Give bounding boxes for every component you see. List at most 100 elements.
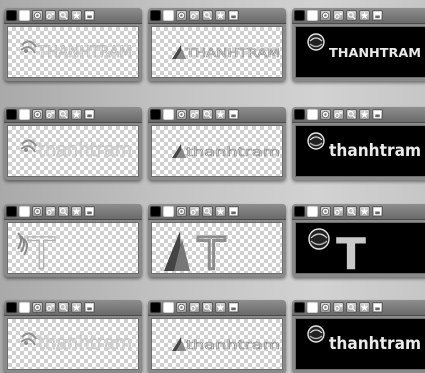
bg-white-swatch[interactable] [163,109,174,120]
bg-white-swatch[interactable] [163,10,174,21]
preview-canvas[interactable]: THANHTRAM [151,26,283,78]
preview-canvas[interactable]: T [7,222,139,274]
preview-canvas[interactable]: T [151,222,283,274]
bg-white-swatch[interactable] [163,302,174,313]
preview-canvas[interactable]: THANHTRAM [295,26,425,78]
star-icon[interactable] [359,302,370,313]
bg-black-swatch[interactable] [6,109,17,120]
bg-black-swatch[interactable] [294,206,305,217]
gear-toggle-icon[interactable] [189,302,200,313]
save-icon[interactable] [372,206,383,217]
magnify-icon[interactable] [202,302,213,313]
bg-black-swatch[interactable] [294,109,305,120]
magnify-icon[interactable] [346,10,357,21]
bg-white-swatch[interactable] [19,206,30,217]
bg-white-swatch[interactable] [307,10,318,21]
bg-white-swatch[interactable] [307,109,318,120]
color-wheel-icon[interactable] [176,10,187,21]
gear-toggle-icon[interactable] [189,10,200,21]
magnify-icon[interactable] [202,206,213,217]
star-icon[interactable] [71,206,82,217]
bg-black-swatch[interactable] [150,109,161,120]
logo-wordmark: thanhtram [186,145,280,159]
gear-toggle-icon[interactable] [189,206,200,217]
color-wheel-icon[interactable] [32,206,43,217]
star-icon[interactable] [215,109,226,120]
save-icon[interactable] [228,302,239,313]
gear-toggle-icon[interactable] [333,206,344,217]
save-icon[interactable] [84,206,95,217]
magnify-icon[interactable] [346,302,357,313]
preview-canvas[interactable]: thanhtram [295,125,425,177]
bg-black-swatch[interactable] [294,302,305,313]
preview-canvas[interactable]: thanhtram [151,125,283,177]
preview-toolbar [148,8,286,24]
star-icon[interactable] [215,10,226,21]
preview-canvas[interactable]: T [295,222,425,274]
save-icon[interactable] [84,109,95,120]
preview-toolbar [292,107,425,123]
preview-canvas[interactable]: thanhtram [7,125,139,177]
preview-canvas[interactable]: thanhtram [7,318,139,370]
save-icon[interactable] [84,302,95,313]
star-icon[interactable] [215,302,226,313]
logo-preview-card: THANHTRAM [148,8,286,81]
color-wheel-icon[interactable] [176,206,187,217]
bg-black-swatch[interactable] [150,206,161,217]
gear-toggle-icon[interactable] [45,302,56,313]
save-icon[interactable] [228,206,239,217]
gear-toggle-icon[interactable] [333,109,344,120]
star-icon[interactable] [71,10,82,21]
magnify-icon[interactable] [346,206,357,217]
save-icon[interactable] [372,10,383,21]
bg-white-swatch[interactable] [307,206,318,217]
preview-canvas[interactable]: thanhtram [295,318,425,370]
star-icon[interactable] [359,10,370,21]
magnify-icon[interactable] [346,109,357,120]
star-icon[interactable] [215,206,226,217]
preview-canvas[interactable]: THANHTRAM [7,26,139,78]
color-wheel-icon[interactable] [176,109,187,120]
color-wheel-icon[interactable] [320,10,331,21]
star-icon[interactable] [71,109,82,120]
color-wheel-icon[interactable] [176,302,187,313]
color-wheel-icon[interactable] [320,206,331,217]
save-icon[interactable] [84,10,95,21]
magnify-icon[interactable] [58,109,69,120]
magnify-icon[interactable] [202,10,213,21]
magnify-icon[interactable] [58,10,69,21]
preview-canvas[interactable]: thanhtram [151,318,283,370]
save-icon[interactable] [372,109,383,120]
magnify-icon[interactable] [58,206,69,217]
gear-toggle-icon[interactable] [333,302,344,313]
magnify-icon[interactable] [58,302,69,313]
gear-toggle-icon[interactable] [45,206,56,217]
color-wheel-icon[interactable] [32,109,43,120]
bg-black-swatch[interactable] [6,302,17,313]
bg-black-swatch[interactable] [150,10,161,21]
bg-white-swatch[interactable] [19,109,30,120]
bg-white-swatch[interactable] [19,302,30,313]
gear-toggle-icon[interactable] [333,10,344,21]
save-icon[interactable] [372,302,383,313]
star-icon[interactable] [359,109,370,120]
bg-black-swatch[interactable] [6,206,17,217]
bg-black-swatch[interactable] [6,10,17,21]
color-wheel-icon[interactable] [320,302,331,313]
magnify-icon[interactable] [202,109,213,120]
bg-black-swatch[interactable] [150,302,161,313]
bg-white-swatch[interactable] [163,206,174,217]
save-icon[interactable] [228,109,239,120]
star-icon[interactable] [359,206,370,217]
color-wheel-icon[interactable] [32,302,43,313]
star-icon[interactable] [71,302,82,313]
bg-white-swatch[interactable] [19,10,30,21]
bg-black-swatch[interactable] [294,10,305,21]
bg-white-swatch[interactable] [307,302,318,313]
gear-toggle-icon[interactable] [45,10,56,21]
save-icon[interactable] [228,10,239,21]
color-wheel-icon[interactable] [32,10,43,21]
gear-toggle-icon[interactable] [189,109,200,120]
color-wheel-icon[interactable] [320,109,331,120]
gear-toggle-icon[interactable] [45,109,56,120]
